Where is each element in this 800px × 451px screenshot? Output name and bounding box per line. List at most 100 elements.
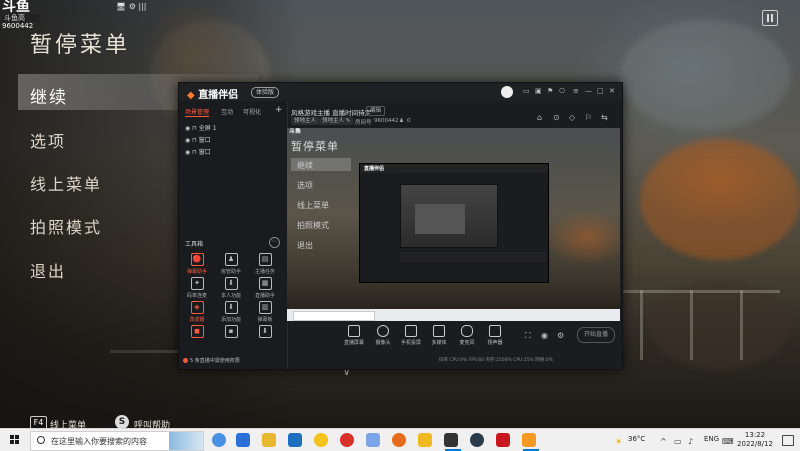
app-red-icon[interactable] [496,433,510,447]
camera-icon [377,325,389,337]
eye-icon[interactable]: ◉ [185,125,190,132]
netease-music-icon[interactable] [340,433,354,447]
tray-chevron-icon[interactable]: ^ [660,437,667,446]
scene-row[interactable]: ◉ ⊓ 窗口 [185,135,211,144]
scene-row[interactable]: ◉ ⊓ 全屏 1 [185,123,217,132]
menu-item-continue[interactable]: 继续 [30,83,68,108]
tab-visual[interactable]: 可视化 [243,107,261,116]
lock-icon[interactable]: ⊓ [192,137,197,144]
eye-icon[interactable]: ◉ [185,149,190,156]
eye-icon[interactable]: ◉ [185,137,190,144]
title-icon-1[interactable]: ▭ [523,87,530,95]
diamond-icon[interactable]: ◇ [569,113,575,122]
settings-gear-icon[interactable]: ⚙ [557,331,564,340]
share-icon[interactable]: ⇆ [601,113,608,122]
bell-icon[interactable]: ⚐ [585,113,592,122]
scene-row[interactable]: ◉ ⊓ 窗口 [185,147,211,156]
tool-add-feature[interactable]: ⬇ 添加功能 [217,301,245,323]
file-explorer-icon[interactable] [262,433,276,447]
title-icon-3[interactable]: ⚑ [547,87,553,95]
lock-icon[interactable]: ⊓ [192,125,197,132]
tool-room-admin[interactable]: ♟ 房管助手 [217,253,245,275]
weather-icon[interactable]: ☀ [615,437,622,446]
scene-sidebar: 场景管理 互动 可视化 + ◉ ⊓ 全屏 1 ◉ ⊓ 窗口 ◉ ⊓ 窗口 工具箱… [179,101,288,369]
preview-taskbar [287,309,620,321]
viewer-icon: ♟ [399,118,404,124]
weather-temp[interactable]: 36°C [628,435,645,443]
tab-scenes[interactable]: 场景管理 [185,107,209,116]
title-icon-2[interactable]: ▣ [535,87,542,95]
tool-camera[interactable]: ◈ 改成摄 [183,301,211,323]
phone-icon [405,325,417,337]
menu-icon[interactable]: ≡ [573,87,579,95]
tool-live-helper[interactable]: ▦ 直播助手 [251,277,279,299]
tab-interact[interactable]: 互动 [221,107,233,116]
search-highlight-image [169,432,203,450]
search-app-icon[interactable] [392,433,406,447]
start-stream-button[interactable]: 开始直播 [577,327,615,343]
maximize-icon[interactable]: □ [597,87,604,95]
more-icon[interactable]: ⋯ [269,237,280,248]
lock-icon[interactable]: ⊓ [192,149,197,156]
browser-icon[interactable] [236,433,250,447]
lock-icon[interactable]: ⊙ [553,113,560,122]
add-scene-icon[interactable]: + [275,105,283,115]
phone-cast-button[interactable]: 手机投屏 [396,325,426,346]
media-source-button[interactable]: 多媒体 [424,325,454,346]
notification-icon[interactable] [782,435,794,446]
tool-streamer-task[interactable]: ▤ 主播任务 [251,253,279,275]
screen-source-button[interactable]: 直播屏幕 [339,325,369,346]
home-icon[interactable]: ⌂ [537,113,542,122]
app-logo: ◆ 直播伴侣 [187,90,239,101]
steam-icon[interactable] [470,433,484,447]
close-icon[interactable]: ✕ [609,87,615,95]
record-icon[interactable]: ⛶ [525,331,531,341]
douyu-logo: 斗鱼 斗鱼高 9600442 [2,0,40,30]
tool-extra-2[interactable]: ▪ [217,325,245,340]
tool-extra-3[interactable]: ⬇ [251,325,279,340]
speaker-button[interactable]: 扬声器 [480,325,510,346]
title-icon-4[interactable]: ⎔ [559,87,565,95]
minimize-icon[interactable]: — [585,87,592,95]
version-badge[interactable]: 体验版 [251,87,280,98]
tool-own-feature[interactable]: ⬇ 本人功能 [217,277,245,299]
menu-item-exit[interactable]: 退出 [30,258,66,282]
preview-menu-item: 线上菜单 [297,201,329,210]
avatar[interactable] [501,86,513,98]
app-yellow-icon[interactable] [314,433,328,447]
alert-dot-icon [183,358,188,363]
scene-label: 窗口 [198,149,211,156]
input-language[interactable]: ENG [704,435,719,443]
taskbar-search-input[interactable]: 在这里输入你要搜索的内容 [30,431,204,451]
windows-start-icon[interactable] [10,435,20,445]
tool-connect[interactable]: ✦ 码率连麦 [183,277,211,299]
mail-icon[interactable] [288,433,302,447]
menu-item-photo-mode[interactable]: 拍照模式 [30,214,102,238]
eye-toggle-icon[interactable]: ◉ [541,331,548,340]
tool-danmu-board[interactable]: ▥ 弹幕板 [251,301,279,323]
ime-icon[interactable]: ⌨ [722,437,734,446]
category-tag-edit[interactable]: 领地主人 ✎ [319,117,354,125]
volume-icon[interactable]: ♪ [688,437,693,446]
permission-notice[interactable]: 5 条直播中需使用权限 [183,357,240,364]
network-icon[interactable]: ▭ [674,437,682,446]
douyu-app-icon[interactable] [522,433,536,447]
nested-preview: 直播伴侣 [359,163,549,283]
microphone-button[interactable]: 麦克风 [452,325,482,346]
edge-icon[interactable] [212,433,226,447]
game-app-icon[interactable] [444,433,458,447]
category-tag[interactable]: 领地主人 [291,117,320,125]
tool-extra-1[interactable]: ◼ [183,325,211,340]
edit-button[interactable]: 编辑 [366,106,386,116]
pause-icon[interactable] [762,10,778,26]
system-clock[interactable]: 13:22 2022/8/12 [733,431,777,449]
tool-danmu[interactable]: 🔴 弹幕助手 [183,253,211,275]
star-app-icon[interactable] [418,433,432,447]
menu-item-options[interactable]: 选项 [30,128,66,152]
menu-item-online-menu[interactable]: 线上菜单 [30,171,102,195]
extra-tool-icon: ◼ [190,325,204,338]
performance-stats: 码率 CPU:9% FPS:60 内存:2500% CPU:25% 网络:0% [439,358,553,363]
cloud-app-icon[interactable] [366,433,380,447]
camera-source-button[interactable]: 摄像头 [368,325,398,346]
stream-preview[interactable]: 斗鱼 暂停菜单 继续 选项 线上菜单 拍照模式 退出 直播伴侣 [287,128,620,321]
